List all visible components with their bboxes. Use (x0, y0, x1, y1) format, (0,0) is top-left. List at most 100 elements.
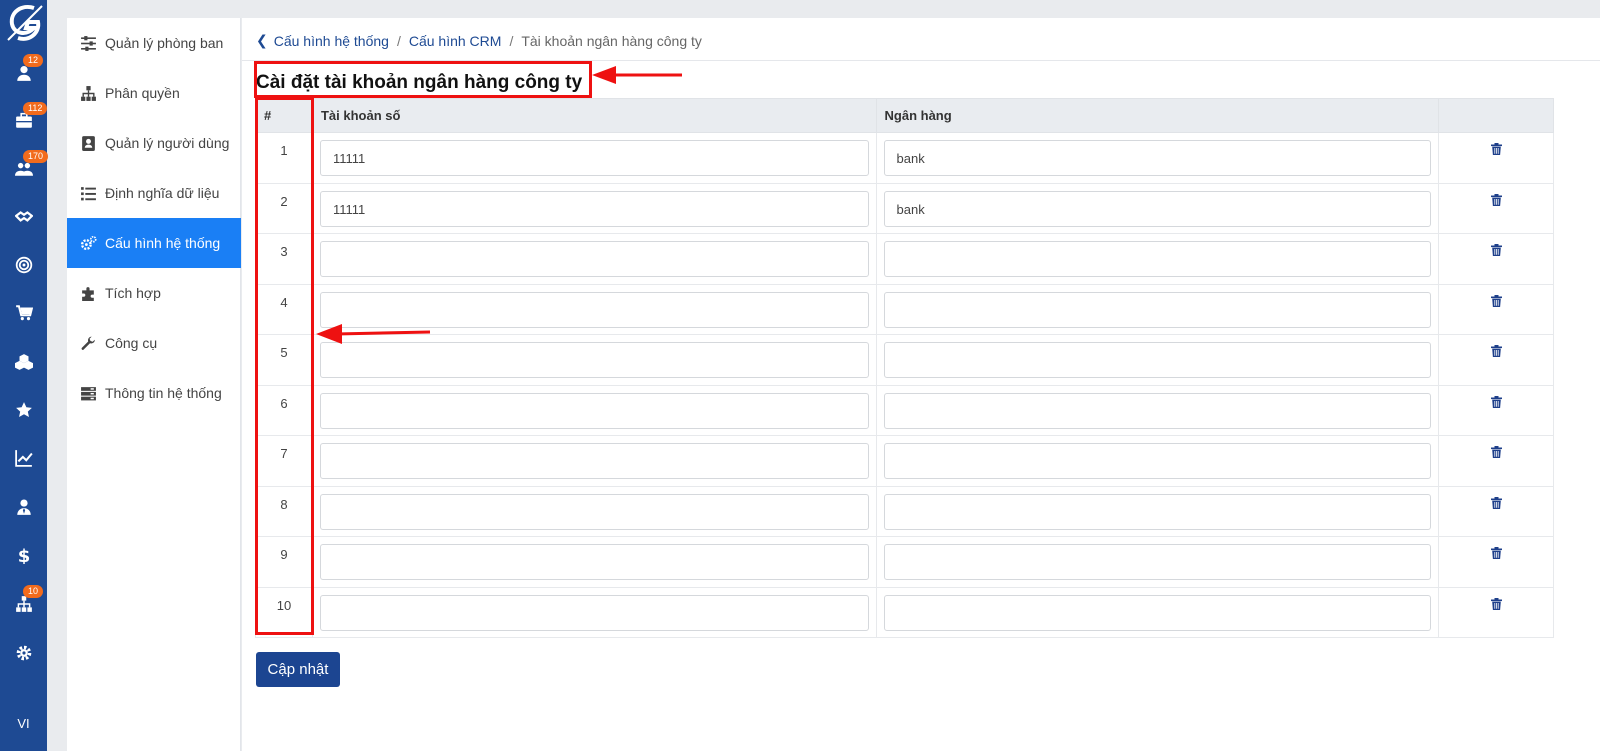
rail-item-sitemap[interactable]: 10 (0, 585, 47, 619)
sidebar-item-data-definition[interactable]: Định nghĩa dữ liệu (67, 168, 241, 218)
table-row: 1 11111 bank (255, 132, 1554, 184)
trash-icon[interactable] (1490, 294, 1502, 307)
sidebar-item-label: Quản lý người dùng (105, 135, 230, 151)
settings-sidebar: Quản lý phòng ban Phân quyền Quản lý ngư… (67, 18, 241, 751)
column-header-account: Tài khoản số (311, 98, 877, 133)
trash-icon[interactable] (1490, 345, 1502, 357)
trash-icon[interactable] (1490, 496, 1502, 509)
sidebar-item-tools[interactable]: Công cụ (67, 318, 241, 368)
notification-badge: 170 (23, 150, 49, 163)
main-panel: ❮ Cấu hình hệ thống / Cấu hình CRM / Tài… (242, 18, 1600, 751)
rail-item-star[interactable] (0, 395, 47, 425)
breadcrumb-separator: / (509, 32, 514, 49)
puzzle-icon (82, 286, 94, 301)
breadcrumb-current: Tài khoản ngân hàng công ty (521, 32, 702, 49)
trash-icon[interactable] (1490, 446, 1502, 458)
rail-item-dollar[interactable]: $ (0, 540, 47, 570)
sliders-icon (81, 35, 96, 51)
star-icon (15, 402, 32, 417)
breadcrumb: ❮ Cấu hình hệ thống / Cấu hình CRM / Tài… (256, 32, 702, 49)
sitemap-icon (81, 85, 96, 101)
user-tie-icon (16, 499, 31, 515)
language-switcher[interactable]: VI (0, 716, 47, 731)
bank-name-input[interactable] (883, 443, 1432, 479)
trash-icon[interactable] (1490, 597, 1502, 610)
sidebar-item-label: Công cụ (105, 335, 158, 351)
gear-icon (16, 645, 31, 661)
bank-name-input[interactable] (883, 493, 1432, 530)
rail-item-users[interactable]: 170 (0, 150, 49, 184)
account-number-input[interactable] (319, 594, 869, 631)
account-number-input[interactable] (319, 544, 869, 580)
sidebar-item-system-config[interactable]: Cấu hình hệ thống (67, 218, 241, 268)
table-row: 10 (255, 586, 1554, 638)
trash-icon[interactable] (1490, 547, 1502, 559)
bank-name-input[interactable] (883, 342, 1432, 378)
rail-item-chart-line[interactable] (0, 443, 47, 473)
rail-item-user-tie[interactable] (0, 492, 47, 522)
account-number-input[interactable] (319, 443, 869, 479)
account-number-input[interactable]: 11111 (319, 140, 869, 176)
sidebar-item-label: Cấu hình hệ thống (105, 235, 221, 251)
sidebar-item-label: Phân quyền (105, 85, 180, 101)
bank-name-input[interactable] (883, 594, 1432, 631)
account-number-input[interactable] (319, 493, 869, 530)
notification-badge: 112 (23, 102, 48, 115)
cart-icon (15, 305, 33, 321)
bank-accounts-table: # Tài khoản số Ngân hàng 1 11111 bank 2 1111… (255, 98, 1554, 638)
trash-icon[interactable] (1490, 395, 1502, 408)
chart-line-icon (14, 450, 33, 467)
highlight-box-title (254, 61, 592, 98)
account-number-input[interactable]: 11111 (319, 190, 869, 227)
svg-text:$: $ (17, 546, 30, 564)
bank-name-input[interactable]: bank (883, 140, 1432, 176)
icon-rail: 12 112 170 $10 VI (0, 0, 49, 751)
table-row: 6 (255, 384, 1554, 436)
rail-item-target[interactable] (0, 250, 47, 280)
account-number-input[interactable] (319, 342, 869, 378)
notification-badge: 10 (23, 585, 44, 598)
bank-name-input[interactable] (883, 392, 1432, 429)
address-book-icon (82, 135, 95, 151)
rail-item-boxes[interactable] (0, 347, 47, 377)
sidebar-item-system-info[interactable]: Thông tin hệ thống (67, 368, 241, 418)
sidebar-item-departments[interactable]: Quản lý phòng ban (67, 18, 241, 68)
bank-name-input[interactable] (883, 291, 1432, 328)
gears-icon (80, 235, 97, 250)
list-icon (81, 186, 96, 200)
trash-icon[interactable] (1490, 244, 1502, 256)
sidebar-item-users[interactable]: Quản lý người dùng (67, 118, 241, 168)
boxes-icon (14, 354, 33, 370)
sidebar-item-integration[interactable]: Tích hợp (67, 268, 241, 318)
bank-name-input[interactable] (883, 544, 1432, 580)
rail-item-cart[interactable] (0, 298, 47, 328)
update-button[interactable]: Cập nhật (256, 652, 340, 687)
logo-icon[interactable] (4, 2, 46, 44)
table-row: 7 (255, 435, 1554, 487)
chevron-left-icon[interactable]: ❮ (256, 32, 268, 49)
bank-name-input[interactable] (883, 241, 1432, 277)
table-row: 5 (255, 334, 1554, 386)
annotation-arrow-index-column (316, 324, 431, 344)
rail-item-user[interactable]: 12 (0, 54, 47, 88)
account-number-input[interactable] (319, 392, 869, 429)
column-header-actions (1438, 98, 1554, 133)
column-header-bank: Ngân hàng (875, 98, 1440, 133)
dollar-icon: $ (17, 546, 30, 564)
table-header-row: # Tài khoản số Ngân hàng (255, 98, 1554, 133)
breadcrumb-link-system-config[interactable]: Cấu hình hệ thống (274, 33, 389, 49)
notification-badge: 12 (23, 54, 44, 67)
account-number-input[interactable] (319, 241, 869, 277)
rail-item-handshake[interactable] (0, 202, 47, 232)
target-icon (15, 256, 32, 274)
rail-item-gear[interactable] (0, 638, 47, 668)
rail-item-briefcase[interactable]: 112 (0, 102, 48, 136)
bank-name-input[interactable]: bank (883, 190, 1432, 227)
sidebar-item-permissions[interactable]: Phân quyền (67, 68, 241, 118)
table-row: 4 (255, 283, 1554, 335)
table-row: 9 (255, 536, 1554, 588)
trash-icon[interactable] (1490, 193, 1502, 206)
breadcrumb-link-crm-config[interactable]: Cấu hình CRM (409, 33, 502, 49)
trash-icon[interactable] (1490, 143, 1502, 155)
breadcrumb-separator: / (396, 32, 401, 49)
